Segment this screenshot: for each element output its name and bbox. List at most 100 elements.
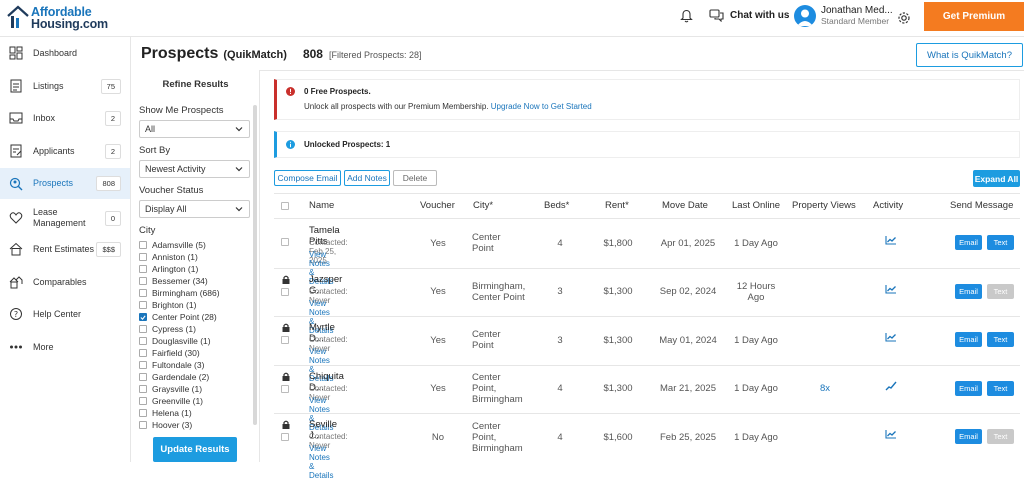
text-button[interactable]: Text [987,235,1014,251]
checkbox[interactable] [139,241,147,249]
header-move-date[interactable]: Move Date [662,200,708,211]
email-button[interactable]: Email [955,380,982,396]
sidebar-item-lease-management[interactable]: Lease Management 0 [0,205,130,231]
applicants-count-badge: 2 [104,143,121,159]
sidebar-item-more[interactable]: More [0,337,130,357]
filtered-count: [Filtered Prospects: 28] [328,50,422,60]
row-checkbox[interactable] [281,336,289,345]
activity-chart-icon[interactable] [885,381,897,391]
select-all-checkbox[interactable] [281,202,289,210]
text-button[interactable]: Text [987,332,1014,348]
expand-all-button[interactable]: Expand All [973,170,1020,187]
checkbox[interactable] [139,361,147,369]
checkbox[interactable] [139,421,147,429]
city-filter-item[interactable]: Brighton (1) [139,299,251,311]
sort-by-value: Newest Activity [145,164,206,174]
checkbox[interactable] [139,409,147,417]
show-me-select[interactable]: All [139,120,250,138]
city-filter-item[interactable]: Bessemer (34) [139,275,251,287]
row-checkbox[interactable] [281,384,289,393]
show-me-label: Show Me Prospects [139,105,224,116]
city-filter-item[interactable]: Greenville (1) [139,395,251,407]
upgrade-link[interactable]: Upgrade Now to Get Started [491,102,592,111]
what-is-quikmatch-button[interactable]: What is QuikMatch? [916,43,1023,67]
email-button[interactable]: Email [955,235,982,251]
checkbox[interactable] [139,253,147,261]
checkbox[interactable] [139,373,147,381]
sort-by-select[interactable]: Newest Activity [139,160,250,178]
text-button[interactable]: Text [987,380,1014,396]
view-notes-link[interactable]: View Notes & Details [309,444,333,480]
city-filter-item[interactable]: Fairfield (30) [139,347,251,359]
checkbox[interactable] [139,385,147,393]
activity-chart-icon[interactable] [885,429,897,439]
header-property-views[interactable]: Property Views [792,200,856,211]
email-button[interactable]: Email [955,332,982,348]
checkbox[interactable] [139,265,147,273]
refine-scrollbar[interactable] [253,105,257,425]
property-views-cell[interactable]: 8x [805,383,845,394]
city-filter-item[interactable]: Douglasville (1) [139,335,251,347]
add-notes-button[interactable]: Add Notes [344,170,390,186]
sidebar-item-listings[interactable]: Listings 75 [0,76,130,96]
top-bar: Affordable Housing.com Chat with us Jona… [0,0,1024,37]
last-online-cell: 12 Hours Ago [736,280,776,303]
user-menu[interactable]: Jonathan Med... Standard Member [794,5,893,27]
city-filter-item[interactable]: Anniston (1) [139,251,251,263]
checkbox[interactable] [139,289,147,297]
checkbox[interactable] [139,349,147,357]
city-filter-item[interactable]: Birmingham (686) [139,287,251,299]
checkbox[interactable] [139,277,147,285]
gear-icon[interactable] [897,11,911,25]
chat-with-us-button[interactable]: Chat with us [709,9,789,22]
get-premium-button[interactable]: Get Premium [924,2,1024,31]
sidebar-item-inbox[interactable]: Inbox 2 [0,108,130,128]
city-filter-item[interactable]: Fultondale (3) [139,359,251,371]
voucher-status-select[interactable]: Display All [139,200,250,218]
sidebar-item-rent-estimates[interactable]: Rent Estimates $$$ [0,239,130,259]
row-checkbox[interactable] [281,287,289,296]
header-voucher[interactable]: Voucher [420,200,455,211]
city-filter-item[interactable]: Hoover (3) [139,419,251,431]
activity-chart-icon[interactable] [885,284,897,294]
checkbox[interactable] [139,397,147,405]
sidebar-item-dashboard[interactable]: Dashboard [0,43,130,63]
activity-chart-icon[interactable] [885,235,897,245]
update-results-button[interactable]: Update Results [153,437,237,462]
email-button[interactable]: Email [955,283,982,299]
logo[interactable]: Affordable Housing.com [7,3,108,33]
email-button[interactable]: Email [955,429,982,445]
table-divider [274,267,1020,269]
city-filter-item[interactable]: Arlington (1) [139,263,251,275]
activity-chart-icon[interactable] [885,332,897,342]
sidebar-item-help-center[interactable]: ? Help Center [0,304,130,324]
row-checkbox[interactable] [281,238,289,247]
delete-button[interactable]: Delete [393,170,437,186]
header-last-online[interactable]: Last Online [732,200,780,211]
city-filter-item[interactable]: Gardendale (2) [139,371,251,383]
header-beds[interactable]: Beds* [544,200,569,211]
sidebar: Dashboard Listings 75 Inbox 2 Applicants… [0,37,131,462]
city-list: Adamsville (5) Anniston (1) Arlington (1) B… [139,239,251,431]
city-filter-item[interactable]: Graysville (1) [139,383,251,395]
header-city[interactable]: City* [473,200,493,211]
refine-title: Refine Results [162,79,229,90]
sidebar-item-label: Help Center [33,308,82,319]
header-rent[interactable]: Rent* [605,200,629,211]
checkbox[interactable] [139,325,147,333]
checkbox[interactable] [139,337,147,345]
checkbox[interactable] [139,301,147,309]
sidebar-item-comparables[interactable]: Comparables [0,272,130,292]
city-filter-item[interactable]: Helena (1) [139,407,251,419]
sidebar-item-applicants[interactable]: Applicants 2 [0,141,130,161]
header-activity[interactable]: Activity [873,200,903,211]
checked-checkbox[interactable] [139,313,147,321]
sidebar-item-prospects[interactable]: Prospects 808 [0,168,130,199]
compose-email-button[interactable]: Compose Email [274,170,341,186]
city-filter-item[interactable]: Cypress (1) [139,323,251,335]
city-filter-item[interactable]: Center Point (28) [139,311,251,323]
bell-icon[interactable] [680,9,693,23]
row-checkbox[interactable] [281,433,289,442]
city-filter-item[interactable]: Adamsville (5) [139,239,251,251]
header-name[interactable]: Name [309,200,334,211]
